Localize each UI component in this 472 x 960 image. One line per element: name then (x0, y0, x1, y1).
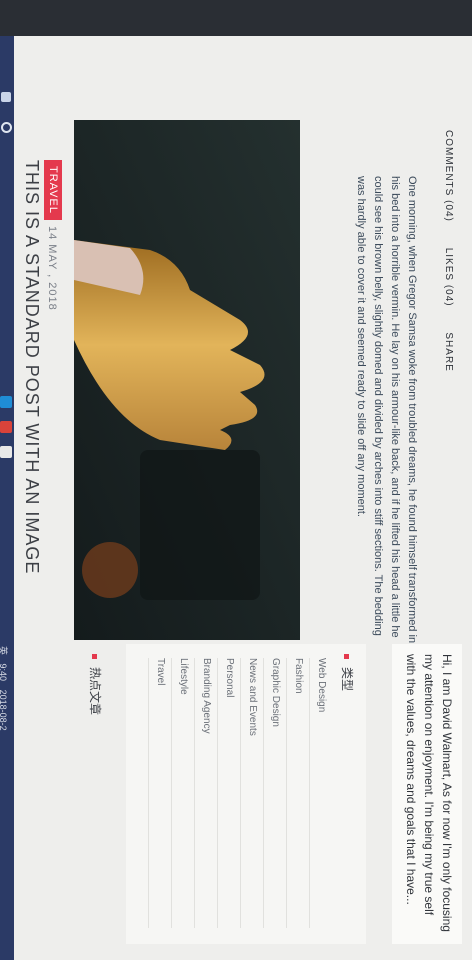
clock-time[interactable]: 9:40 (0, 664, 8, 682)
post-card: COMMENTS (04) LIKES (04) SHARE One morni… (14, 36, 472, 643)
blog-page: COMMENTS (04) LIKES (04) SHARE One morni… (0, 36, 472, 960)
about-text: Hi, I am David Walmart, As for now I'm o… (404, 654, 454, 932)
category-item[interactable]: Branding Agency (194, 658, 217, 928)
search-icon[interactable] (1, 122, 12, 133)
monitor-bezel (0, 0, 472, 36)
category-item[interactable]: News and Events (240, 658, 263, 928)
categories-widget: 类型 Web Design Fashion Graphic Design New… (126, 644, 366, 944)
file-icon[interactable] (0, 446, 12, 458)
categories-title-text: 类型 (340, 667, 354, 692)
bullet-icon (91, 654, 97, 659)
category-item[interactable]: Personal (217, 658, 240, 928)
taskbar (0, 36, 14, 960)
system-tray: 英 9:40 2018-08-2 (0, 646, 10, 737)
categories-title: 类型 (339, 654, 356, 691)
category-item[interactable]: Web Design (309, 658, 332, 928)
category-badge[interactable]: TRAVEL (44, 160, 62, 220)
category-item[interactable]: Fashion (286, 658, 309, 928)
share-link[interactable]: SHARE (443, 332, 454, 371)
app-icon[interactable] (0, 421, 12, 433)
category-item[interactable]: Graphic Design (263, 658, 286, 928)
likes-link[interactable]: LIKES (04) (443, 248, 454, 307)
about-widget: Hi, I am David Walmart, As for now I'm o… (392, 644, 462, 944)
ime-indicator[interactable]: 英 (0, 646, 8, 655)
gold-hand-image (74, 120, 300, 640)
hot-posts-title: 热点文章 (87, 654, 104, 715)
category-list: Web Design Fashion Graphic Design News a… (148, 658, 332, 928)
sidebar: Hi, I am David Walmart, As for now I'm o… (14, 636, 472, 960)
hot-posts-title-text: 热点文章 (88, 667, 102, 716)
post-actions: COMMENTS (04) LIKES (04) SHARE (443, 130, 454, 394)
comments-link[interactable]: COMMENTS (04) (443, 130, 454, 222)
category-item[interactable]: Lifestyle (171, 658, 194, 928)
post-date: 14 MAY , 2018 (46, 226, 58, 311)
clock-date[interactable]: 2018-08-2 (0, 690, 8, 731)
bullet-icon (343, 654, 349, 659)
browser-icon[interactable] (0, 396, 12, 408)
start-icon[interactable] (1, 92, 11, 102)
post-image[interactable] (74, 120, 300, 640)
photo-of-monitor: COMMENTS (04) LIKES (04) SHARE One morni… (0, 0, 472, 960)
category-item[interactable]: Travel (148, 658, 171, 928)
post-title[interactable]: THIS IS A STANDARD POST WITH AN IMAGE (21, 160, 42, 574)
post-excerpt: One morning, when Gregor Samsa woke from… (355, 176, 418, 644)
